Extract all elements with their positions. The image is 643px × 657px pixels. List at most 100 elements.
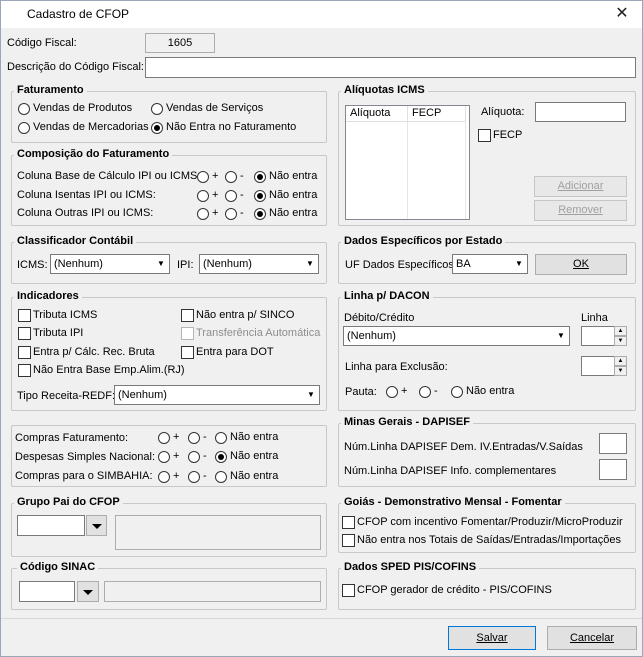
faturamento-group <box>11 91 327 143</box>
cancelar-button[interactable]: Cancelar <box>547 626 637 650</box>
composicao-row-label: Coluna Outras IPI ou ICMS: <box>17 207 154 219</box>
icms-select[interactable]: (Nenhum) ▼ <box>50 254 170 274</box>
descricao-input[interactable] <box>145 57 636 78</box>
composicao-isentas-minus-radio[interactable] <box>225 190 237 202</box>
none-label: Não entra <box>269 207 318 219</box>
sinac-description <box>104 581 321 602</box>
redf-select[interactable]: (Nenhum) ▼ <box>114 385 320 405</box>
plus-label: + <box>212 189 219 201</box>
spin-down-icon[interactable]: ▼ <box>614 366 627 376</box>
pauta-none-radio[interactable] <box>451 386 463 398</box>
transferencia-automatica-checkbox[interactable] <box>181 327 194 340</box>
despesas-simples-minus-radio[interactable] <box>188 451 200 463</box>
aliquotas-table[interactable]: Alíquota FECP <box>345 105 470 220</box>
calc-rec-bruta-label: Entra p/ Cálc. Rec. Bruta <box>33 346 155 358</box>
entra-dot-checkbox[interactable] <box>181 346 194 359</box>
despesas-simples-none-radio[interactable] <box>215 451 227 463</box>
gerador-credito-checkbox[interactable] <box>342 584 355 597</box>
close-icon[interactable]: ✕ <box>605 3 639 25</box>
composicao-outras-minus-radio[interactable] <box>225 208 237 220</box>
col-aliquota-header[interactable]: Alíquota <box>346 106 408 122</box>
nao-entra-totais-checkbox[interactable] <box>342 534 355 547</box>
chevron-down-icon[interactable]: ▼ <box>303 256 317 272</box>
compras-faturamento-plus-radio[interactable] <box>158 432 170 444</box>
ok-button[interactable]: OK <box>535 254 627 275</box>
fecp-checkbox[interactable] <box>478 129 491 142</box>
tributa-icms-label: Tributa ICMS <box>33 309 98 321</box>
salvar-button[interactable]: Salvar <box>448 626 536 650</box>
sinac-input[interactable] <box>19 581 75 602</box>
pauta-minus-radio[interactable] <box>419 386 431 398</box>
calc-rec-bruta-checkbox[interactable] <box>18 346 31 359</box>
nao-entra-sinco-checkbox[interactable] <box>181 309 194 322</box>
chevron-down-icon <box>91 523 102 529</box>
col-fecp-header[interactable]: FECP <box>408 106 466 122</box>
ipi-label: IPI: <box>177 259 194 271</box>
composicao-isentas-plus-radio[interactable] <box>197 190 209 202</box>
tributa-icms-checkbox[interactable] <box>18 309 31 322</box>
spin-up-icon[interactable]: ▲ <box>614 326 627 336</box>
plus-label: + <box>212 207 219 219</box>
debito-credito-select[interactable]: (Nenhum) ▼ <box>343 326 570 346</box>
dapisef-info-input[interactable] <box>599 459 627 480</box>
compras-simbahia-plus-radio[interactable] <box>158 471 170 483</box>
aliquota-input[interactable] <box>535 102 626 122</box>
grupo-pai-dropdown-button[interactable] <box>86 515 107 536</box>
minus-label: - <box>203 470 207 482</box>
compras-faturamento-minus-radio[interactable] <box>188 432 200 444</box>
plus-label: + <box>173 450 180 462</box>
adicionar-button[interactable]: Adicionar <box>534 176 627 197</box>
tributa-ipi-checkbox[interactable] <box>18 327 31 340</box>
chevron-down-icon <box>83 589 93 595</box>
plus-label: + <box>173 431 180 443</box>
dapisef-dem-label: Núm.Linha DAPISEF Dem. IV.Entradas/V.Saí… <box>344 441 583 453</box>
composicao-base-minus-radio[interactable] <box>225 171 237 183</box>
chevron-down-icon[interactable]: ▼ <box>554 328 568 344</box>
composicao-outras-none-radio[interactable] <box>254 208 266 220</box>
composicao-outras-plus-radio[interactable] <box>197 208 209 220</box>
compras-faturamento-none-radio[interactable] <box>215 432 227 444</box>
column-divider <box>407 122 408 219</box>
radio-vendas-servicos[interactable] <box>151 103 163 115</box>
fomentar-incentivo-checkbox[interactable] <box>342 516 355 529</box>
uf-select[interactable]: BA ▼ <box>452 254 528 274</box>
radio-vendas-produtos[interactable] <box>18 103 30 115</box>
sinac-dropdown-button[interactable] <box>77 581 99 602</box>
ok-button-label: OK <box>573 258 589 270</box>
dapisef-dem-input[interactable] <box>599 433 627 454</box>
transferencia-automatica-label: Transferência Automática <box>196 327 321 339</box>
compras-simbahia-minus-radio[interactable] <box>188 471 200 483</box>
chevron-down-icon[interactable]: ▼ <box>512 256 526 272</box>
spin-down-icon[interactable]: ▼ <box>614 336 627 346</box>
radio-vendas-mercadorias[interactable] <box>18 122 30 134</box>
nao-entra-sinco-label: Não entra p/ SINCO <box>196 309 295 321</box>
ipi-select[interactable]: (Nenhum) ▼ <box>199 254 319 274</box>
emp-alim-rj-checkbox[interactable] <box>18 364 31 377</box>
linha-spinner[interactable]: ▲ ▼ <box>581 326 627 346</box>
linha-exclusao-spinner[interactable]: ▲ ▼ <box>581 356 627 376</box>
spin-up-icon[interactable]: ▲ <box>614 356 627 366</box>
plus-label: + <box>401 385 408 397</box>
remover-button[interactable]: Remover <box>534 200 627 221</box>
codigo-fiscal-label: Código Fiscal: <box>7 37 77 49</box>
chevron-down-icon[interactable]: ▼ <box>304 387 318 403</box>
cfop-dialog: Cadastro de CFOP ✕ Código Fiscal: 1605 D… <box>0 0 643 657</box>
redf-select-value: (Nenhum) <box>118 389 167 401</box>
composicao-isentas-none-radio[interactable] <box>254 190 266 202</box>
classificador-title: Classificador Contábil <box>14 235 137 247</box>
chevron-down-icon[interactable]: ▼ <box>154 256 168 272</box>
radio-vendas-produtos-label: Vendas de Produtos <box>33 102 133 114</box>
compras-simbahia-none-radio[interactable] <box>215 471 227 483</box>
composicao-row-label: Coluna Isentas IPI ou ICMS: <box>17 189 156 201</box>
plus-label: + <box>173 470 180 482</box>
minus-label: - <box>203 431 207 443</box>
uf-label: UF Dados Específicos: <box>345 259 457 271</box>
aliquota-label: Alíquota: <box>481 106 525 118</box>
radio-nao-entra-faturamento[interactable] <box>151 122 163 134</box>
composicao-base-plus-radio[interactable] <box>197 171 209 183</box>
codigo-fiscal-field: 1605 <box>145 33 215 53</box>
grupo-pai-input[interactable] <box>17 515 85 536</box>
pauta-plus-radio[interactable] <box>386 386 398 398</box>
composicao-base-none-radio[interactable] <box>254 171 266 183</box>
despesas-simples-plus-radio[interactable] <box>158 451 170 463</box>
